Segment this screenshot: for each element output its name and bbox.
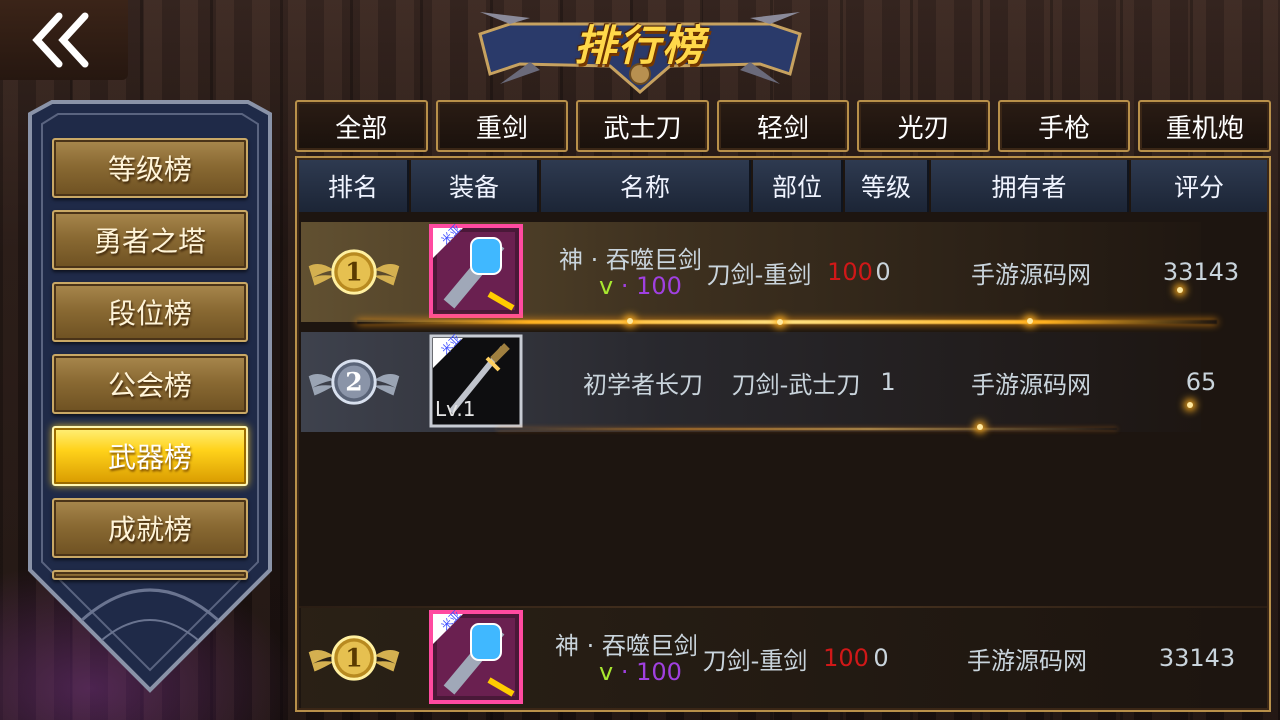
menu-item-tower[interactable]: 勇者之塔	[52, 210, 248, 270]
score-cell: 65	[1185, 368, 1217, 396]
equipment-name: 初学者长刀	[583, 370, 703, 399]
dim-sparkle-line	[497, 428, 1117, 430]
level-cell: 0	[873, 644, 889, 672]
gold-sparkle-line	[357, 320, 1217, 324]
refine-level: · 100	[620, 272, 682, 300]
sparkle	[977, 424, 983, 430]
rank-cell: 1	[301, 608, 407, 708]
menu-item-guild-rank[interactable]: 公会榜	[52, 354, 248, 414]
column-owner[interactable]: 拥有者	[931, 160, 1129, 212]
rank-cell: 2	[301, 332, 407, 432]
double-chevron-left-icon	[32, 12, 89, 68]
sparkle	[1177, 287, 1183, 293]
blue-flask-greatsword-icon[interactable]: 米亚	[429, 610, 523, 704]
table-row[interactable]: 1 米亚 神 · 吞噬巨剑 v · 100 刀剑-重剑 100 0 手游源码网 …	[301, 222, 1239, 322]
owner-cell[interactable]: 手游源码网	[931, 332, 1131, 432]
back-button[interactable]	[0, 0, 128, 80]
sparkle	[1187, 402, 1193, 408]
slot-cell: 刀剑-武士刀	[731, 370, 861, 399]
sparkle	[627, 318, 633, 324]
column-name[interactable]: 名称	[541, 160, 751, 212]
menu-item-more[interactable]	[52, 570, 248, 580]
my-rank-row[interactable]: 1 米亚 神 · 吞噬巨剑 v · 100 刀剑-重剑 100 0 手游源码网 …	[301, 608, 1235, 708]
refine-letter: v	[599, 272, 614, 300]
tab-all[interactable]: 全部	[295, 100, 428, 152]
level-cell: 0	[875, 258, 891, 286]
menu-item-weapon-rank[interactable]: 武器榜	[52, 426, 248, 486]
slot-cell: 刀剑-重剑	[702, 646, 808, 675]
svg-text:1: 1	[345, 643, 362, 673]
page-title: 排行榜	[573, 21, 706, 70]
column-slot[interactable]: 部位	[753, 160, 843, 212]
score-cell: 33143	[1158, 644, 1236, 672]
equipment-name: 神 · 吞噬巨剑	[559, 246, 702, 274]
svg-text:2: 2	[345, 367, 362, 397]
tab-pistol[interactable]: 手枪	[997, 100, 1131, 152]
score-cell: 33143	[1162, 258, 1240, 286]
tab-lightblade[interactable]: 光刃	[857, 100, 990, 152]
owner-cell[interactable]: 手游源码网	[927, 608, 1127, 708]
tab-heavy-sword[interactable]: 重剑	[435, 100, 569, 152]
ranking-table: 排名 装备 名称 部位 等级 拥有者 评分 1 米亚 神 · 吞噬巨剑 v · …	[295, 156, 1271, 712]
slot-cell: 刀剑-重剑	[706, 260, 812, 289]
menu-item-tier-rank[interactable]: 段位榜	[52, 282, 248, 342]
owner-cell[interactable]: 手游源码网	[931, 222, 1131, 322]
tab-katana[interactable]: 武士刀	[576, 100, 709, 152]
table-row[interactable]: 2 米亚 Lv.1 初学者长刀 刀剑-武士刀 1 手游源码网 65	[301, 332, 1216, 432]
menu-item-achievement-rank[interactable]: 成就榜	[52, 498, 248, 558]
refine-level: · 100	[620, 658, 682, 686]
gold-rank-badge-icon: 1	[308, 635, 400, 681]
svg-text:1: 1	[345, 257, 362, 287]
rank-cell: 1	[301, 222, 407, 322]
column-equipment[interactable]: 装备	[411, 160, 539, 212]
side-menu-panel: 等级榜 勇者之塔 段位榜 公会榜 武器榜 成就榜	[22, 100, 278, 700]
title-banner: 排行榜	[470, 4, 810, 94]
column-score[interactable]: 评分	[1131, 160, 1267, 212]
sparkle	[777, 319, 783, 325]
level-cell: 1	[880, 368, 896, 396]
side-menu: 等级榜 勇者之塔 段位榜 公会榜 武器榜 成就榜	[52, 138, 248, 580]
tab-light-sword[interactable]: 轻剑	[716, 100, 850, 152]
equipment-level-label: Lv.1	[435, 397, 476, 421]
refine-letter: v	[599, 658, 614, 686]
gold-rank-badge-icon: 1	[308, 249, 400, 295]
tab-heavy-machinegun[interactable]: 重机炮	[1138, 100, 1272, 152]
column-level[interactable]: 等级	[845, 160, 929, 212]
equipment-name: 神 · 吞噬巨剑	[555, 632, 698, 660]
equipment-refine: v · 100	[599, 272, 682, 300]
silver-rank-badge-icon: 2	[308, 359, 400, 405]
category-tabs: 全部 重剑 武士刀 轻剑 光刃 手枪 重机炮	[295, 100, 1272, 152]
table-header: 排名 装备 名称 部位 等级 拥有者 评分	[299, 160, 1267, 212]
column-rank[interactable]: 排名	[299, 160, 409, 212]
sparkle	[1027, 318, 1033, 324]
equipment-refine: v · 100	[599, 658, 682, 686]
blue-flask-greatsword-icon[interactable]: 米亚	[429, 224, 523, 318]
menu-item-level-rank[interactable]: 等级榜	[52, 138, 248, 198]
